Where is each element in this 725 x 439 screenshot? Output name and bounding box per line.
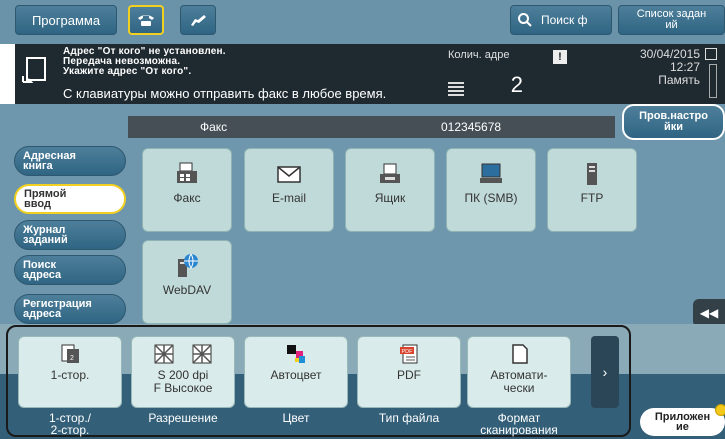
telephone-icon	[138, 15, 154, 26]
memory-bar	[709, 64, 717, 98]
address-count-panel[interactable]: Колич. адре 2	[445, 44, 533, 104]
program-label: Программа	[31, 12, 101, 28]
warning-message: Адрес "От кого" не установлен. Передача …	[63, 47, 226, 77]
warning-icon[interactable]: !	[553, 50, 567, 64]
caption-line: сканирования	[480, 423, 558, 437]
svg-text:PDF: PDF	[402, 349, 414, 355]
notification-dot	[715, 404, 725, 416]
setting-caption: Формат сканирования	[467, 412, 571, 436]
sidebar-item-register-address[interactable]: Регистрация адреса	[14, 294, 126, 324]
resolution-icon	[154, 344, 212, 364]
document-arrow-icon	[22, 57, 46, 83]
destination-email[interactable]: E-mail	[244, 148, 334, 232]
sidebar-item-label: адреса	[23, 308, 62, 320]
pc-icon	[480, 163, 502, 183]
svg-text:2: 2	[70, 355, 74, 362]
setting-file-type[interactable]: PDF PDF	[357, 336, 461, 408]
destination-pc-smb[interactable]: ПК (SMB)	[446, 148, 536, 232]
chevron-right-icon: ›	[602, 364, 608, 380]
fax-tab[interactable]	[128, 5, 164, 35]
address-count-label: Колич. адре	[448, 49, 510, 61]
sidebar-item-label: заданий	[23, 234, 68, 246]
webdav-icon	[178, 253, 198, 277]
main-area: Факс 012345678 Пров.настро йки Адресная к…	[0, 104, 725, 327]
date-time: 30/04/2015 12:27 Память	[640, 48, 700, 87]
job-list-label-2: ий	[665, 19, 678, 31]
setting-value: Автоцвет	[270, 368, 322, 382]
destination-label: WebDAV	[162, 283, 212, 297]
destination-label: Факс	[173, 191, 201, 205]
address-bar: Факс 012345678	[128, 116, 615, 138]
destination-box[interactable]: Ящик	[345, 148, 435, 232]
destination-ftp[interactable]: FTP	[547, 148, 637, 232]
destination-label: Ящик	[374, 191, 406, 205]
next-settings-button[interactable]: ›	[591, 336, 619, 408]
sidebar-item-address-book[interactable]: Адресная книга	[14, 146, 126, 176]
setting-value: 1-стор.	[50, 368, 90, 382]
setting-value: PDF	[397, 368, 421, 382]
caption-line: Тип файла	[378, 411, 440, 425]
setting-resolution[interactable]: S 200 dpi F Высокое	[131, 336, 235, 408]
destination-fax[interactable]: Факс	[142, 148, 232, 232]
caption-line: 2-стор.	[50, 423, 90, 437]
check-settings-label-2: йки	[663, 121, 684, 133]
top-bar: Программа Поиск ф Список задан ий	[0, 0, 725, 44]
setting-caption: 1-стор./2-стор.	[18, 412, 122, 436]
application-button[interactable]: Приложен ие	[640, 408, 725, 436]
caption-line: Цвет	[282, 411, 310, 425]
search-label: Поиск ф	[541, 13, 588, 27]
setting-scan-size[interactable]: Автомати- чески	[467, 336, 571, 408]
page-icon	[512, 344, 528, 364]
sidebar-item-direct-input[interactable]: Прямой ввод	[14, 184, 126, 214]
search-icon	[518, 13, 532, 27]
ftp-server-icon	[587, 163, 597, 185]
info-message: С клавиатуры можно отправить факс в любо…	[63, 86, 387, 101]
message-line: Укажите адрес "От кого".	[63, 66, 192, 77]
application-label-2: ие	[676, 421, 689, 433]
setting-caption: Тип файла	[357, 412, 461, 424]
phone-tab[interactable]	[180, 5, 216, 35]
message-panel: Адрес "От кого" не установлен. Передача …	[15, 44, 445, 104]
destination-label: ПК (SMB)	[464, 191, 518, 205]
setting-color[interactable]: Автоцвет	[244, 336, 348, 408]
list-icon	[448, 82, 464, 96]
setting-caption: Разрешение	[131, 412, 235, 424]
destination-label: E-mail	[271, 191, 306, 205]
memory-label: Память	[658, 73, 700, 87]
address-count-value: 2	[510, 72, 523, 97]
envelope-icon	[277, 166, 301, 183]
handset-icon	[191, 15, 206, 26]
caption-line: Разрешение	[148, 411, 218, 425]
sidebar-item-address-search[interactable]: Поиск адреса	[14, 255, 126, 285]
sidebar-item-label: ввод	[24, 198, 51, 210]
setting-value-2: чески	[503, 381, 535, 395]
collapse-panel-button[interactable]: ◀◀	[693, 299, 725, 327]
simplex-icon: 2	[61, 344, 79, 363]
setting-simplex-duplex[interactable]: 2 1-стор.	[18, 336, 122, 408]
storage-icon	[705, 48, 717, 60]
settings-area: 2 1-стор. 1-стор./2-стор. S 200 dpi F Вы…	[0, 324, 725, 439]
pdf-icon: PDF	[400, 344, 418, 364]
address-type: Факс	[200, 120, 228, 134]
check-settings-button[interactable]: Пров.настро йки	[622, 104, 725, 140]
color-icon	[287, 345, 305, 363]
fax-icon	[177, 162, 197, 183]
sidebar-item-label: книга	[23, 160, 53, 172]
address-number: 012345678	[441, 120, 502, 134]
sidebar-item-label: адреса	[23, 269, 62, 281]
search-button[interactable]: Поиск ф	[510, 5, 612, 35]
setting-value-2: F Высокое	[153, 381, 213, 395]
setting-caption: Цвет	[244, 412, 348, 424]
status-panel: ! 30/04/2015 12:27 Память	[533, 44, 725, 104]
box-icon	[380, 163, 400, 183]
sidebar-item-job-log[interactable]: Журнал заданий	[14, 220, 126, 250]
destination-label: FTP	[580, 191, 604, 205]
program-button[interactable]: Программа	[15, 5, 117, 35]
job-list-button[interactable]: Список задан ий	[618, 5, 725, 35]
destination-webdav[interactable]: WebDAV	[142, 240, 232, 324]
double-chevron-left-icon: ◀◀	[699, 306, 719, 320]
